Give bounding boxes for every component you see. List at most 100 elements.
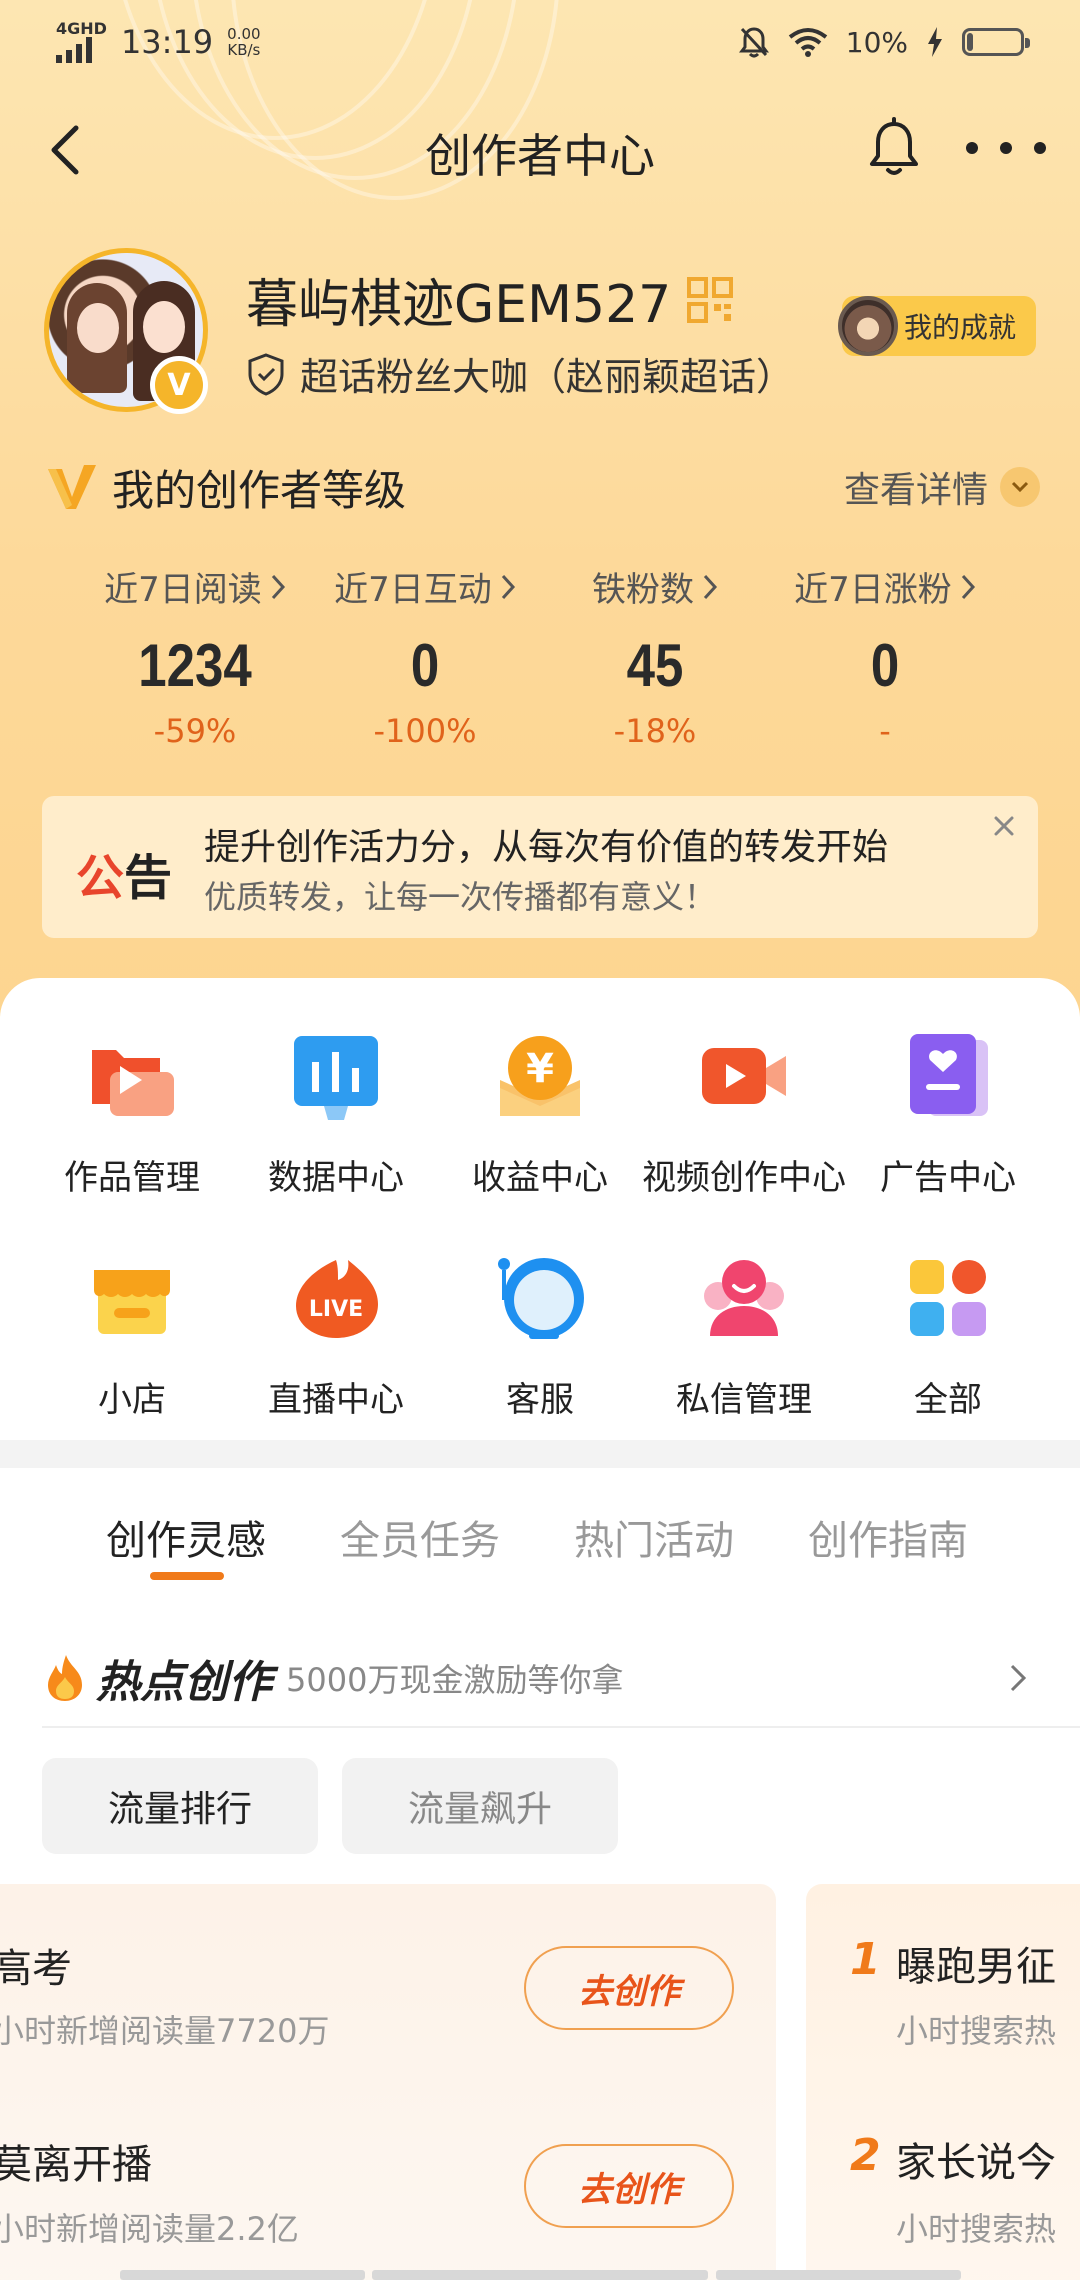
- hot-creation-row[interactable]: 热点创作 5000万现金激励等你拿: [42, 1630, 1038, 1726]
- active-tab-indicator: [150, 1572, 224, 1580]
- search-topic-title[interactable]: 曝跑男征: [896, 1934, 1056, 1992]
- grid-label: 客服: [506, 1380, 574, 1420]
- level-v-icon: [48, 465, 96, 509]
- tools-panel: 作品管理 数据中心 ¥ 收益中心 视频创作中心 广告中心 小店 LIVE 直播中…: [0, 978, 1080, 1440]
- search-topic-title[interactable]: 家长说今: [896, 2130, 1056, 2188]
- rank-number: 2: [850, 2130, 881, 2181]
- signal-icon: 4GHD: [56, 21, 107, 63]
- svg-text:LIVE: LIVE: [309, 1297, 363, 1322]
- bell-icon[interactable]: [862, 116, 926, 180]
- stat-change: -18%: [613, 712, 697, 750]
- live-icon: LIVE: [296, 1260, 378, 1338]
- grid-label: 小店: [98, 1380, 166, 1420]
- traffic-surge-pill[interactable]: 流量飙升: [342, 1758, 618, 1854]
- stat-label: 近7日涨粉: [794, 570, 952, 610]
- announcement-tag: 公告: [76, 850, 173, 906]
- traffic-ranking-pill[interactable]: 流量排行: [42, 1758, 318, 1854]
- announcement-subline: 优质转发，让每一次传播都有意义！: [204, 878, 717, 916]
- username-row: 暮屿棋迹GEM527: [246, 262, 734, 337]
- stat-iron-fans[interactable]: 铁粉数 45 -18%: [540, 562, 770, 750]
- hot-title: 热点创作: [96, 1657, 272, 1708]
- achievement-label: 我的成就: [904, 311, 1017, 344]
- works-icon: [92, 1050, 174, 1116]
- battery-icon: [962, 28, 1030, 56]
- grid-item-live[interactable]: LIVE 直播中心: [228, 1250, 444, 1421]
- announcement-banner[interactable]: 公告 提升创作活力分，从每次有价值的转发开始 优质转发，让每一次传播都有意义！: [42, 796, 1038, 938]
- stat-label: 近7日阅读: [104, 570, 262, 610]
- hot-subtitle: 5000万现金激励等你拿: [286, 1661, 624, 1699]
- qr-code-icon[interactable]: [687, 276, 734, 323]
- tab-tasks[interactable]: 全员任务: [340, 1508, 500, 1566]
- go-create-button[interactable]: 去创作: [524, 2144, 734, 2228]
- topic-title[interactable]: 高考: [0, 1936, 72, 1994]
- grid-item-ads[interactable]: 广告中心: [840, 1028, 1056, 1199]
- carousel-indicator: [120, 2270, 365, 2280]
- network-speed: 0.00 KB/s: [227, 25, 261, 59]
- inspiration-tabs: 创作灵感 全员任务 热门活动 创作指南: [0, 1468, 1080, 1600]
- announcement-headline: 提升创作活力分，从每次有价值的转发开始: [204, 827, 889, 868]
- achievement-button[interactable]: 我的成就: [838, 296, 1036, 356]
- charging-icon: [928, 27, 942, 57]
- grid-label: 直播中心: [268, 1380, 404, 1420]
- stat-value: 0: [410, 632, 440, 699]
- creator-level-row: 我的创作者等级 查看详情: [44, 452, 1040, 522]
- grid-item-income[interactable]: ¥ 收益中心: [432, 1028, 648, 1199]
- fan-title-row[interactable]: 超话粉丝大咖（赵丽颖超话）: [246, 346, 794, 401]
- data-icon: [294, 1036, 378, 1120]
- stat-change: -100%: [373, 712, 477, 750]
- chevron-right-icon: [1010, 1664, 1027, 1692]
- grid-label: 视频创作中心: [642, 1158, 846, 1198]
- section-divider: [0, 1440, 1080, 1468]
- more-icon[interactable]: [966, 128, 1046, 168]
- stat-value: 1234: [138, 632, 252, 699]
- tab-inspiration[interactable]: 创作灵感: [106, 1508, 266, 1566]
- rank-number: 1: [850, 1934, 881, 1985]
- topic-stat: 小时新增阅读量7720万: [0, 2012, 330, 2050]
- chevron-down-icon: [1000, 467, 1040, 507]
- tab-hot-events[interactable]: 热门活动: [574, 1508, 734, 1566]
- ad-icon: [910, 1034, 988, 1116]
- customer-service-icon: [498, 1258, 584, 1339]
- stat-value: 45: [626, 632, 684, 699]
- grid-item-all[interactable]: 全部: [840, 1250, 1056, 1421]
- grid-item-data[interactable]: 数据中心: [228, 1028, 444, 1199]
- stat-new-fans[interactable]: 近7日涨粉 0 -: [770, 562, 1000, 750]
- messages-icon: [704, 1260, 784, 1336]
- search-topic-stat: 小时搜索热: [896, 2012, 1057, 2050]
- stat-label: 铁粉数: [592, 570, 694, 610]
- fan-title: 超话粉丝大咖（赵丽颖超话）: [300, 355, 795, 399]
- grid-label: 作品管理: [64, 1158, 200, 1198]
- grid-item-customer-service[interactable]: 客服: [432, 1250, 648, 1421]
- divider: [42, 1726, 1080, 1728]
- achievement-icon: [838, 296, 898, 356]
- carousel-indicator: [716, 2270, 961, 2280]
- grid-label: 数据中心: [268, 1158, 404, 1198]
- status-bar: 4GHD 13:19 0.00 KB/s 10%: [0, 0, 1080, 84]
- hot-topic-card: 高考 小时新增阅读量7720万 去创作 莫离开播 小时新增阅读量2.2亿 去创作: [0, 1884, 776, 2280]
- verified-badge: V: [150, 356, 208, 414]
- stat-interactions[interactable]: 近7日互动 0 -100%: [310, 562, 540, 750]
- go-create-button[interactable]: 去创作: [524, 1946, 734, 2030]
- topic-stat: 小时新增阅读量2.2亿: [0, 2210, 299, 2248]
- battery-percent: 10%: [845, 25, 908, 59]
- clock: 13:19: [120, 23, 214, 61]
- creator-level-title: 我的创作者等级: [112, 465, 407, 515]
- all-apps-icon: [910, 1260, 986, 1336]
- grid-item-video[interactable]: 视频创作中心: [636, 1028, 852, 1199]
- video-icon: [702, 1048, 786, 1104]
- shield-icon: [248, 352, 284, 396]
- stat-label: 近7日互动: [334, 570, 492, 610]
- nav-bar: 创作者中心: [0, 100, 1080, 200]
- grid-label: 广告中心: [880, 1158, 1016, 1198]
- stat-reads[interactable]: 近7日阅读 1234 -59%: [80, 562, 310, 750]
- topic-title[interactable]: 莫离开播: [0, 2132, 152, 2190]
- view-details-button[interactable]: 查看详情: [844, 461, 1040, 513]
- tab-guide[interactable]: 创作指南: [808, 1508, 968, 1566]
- grid-item-messages[interactable]: 私信管理: [636, 1250, 852, 1421]
- grid-item-shop[interactable]: 小店: [24, 1250, 240, 1421]
- search-hot-card: 1 曝跑男征 小时搜索热 2 家长说今 小时搜索热: [806, 1884, 1080, 2280]
- close-icon[interactable]: [982, 804, 1026, 848]
- grid-item-works[interactable]: 作品管理: [24, 1028, 240, 1199]
- wifi-icon: [788, 28, 827, 57]
- chevron-right-icon: [703, 574, 718, 599]
